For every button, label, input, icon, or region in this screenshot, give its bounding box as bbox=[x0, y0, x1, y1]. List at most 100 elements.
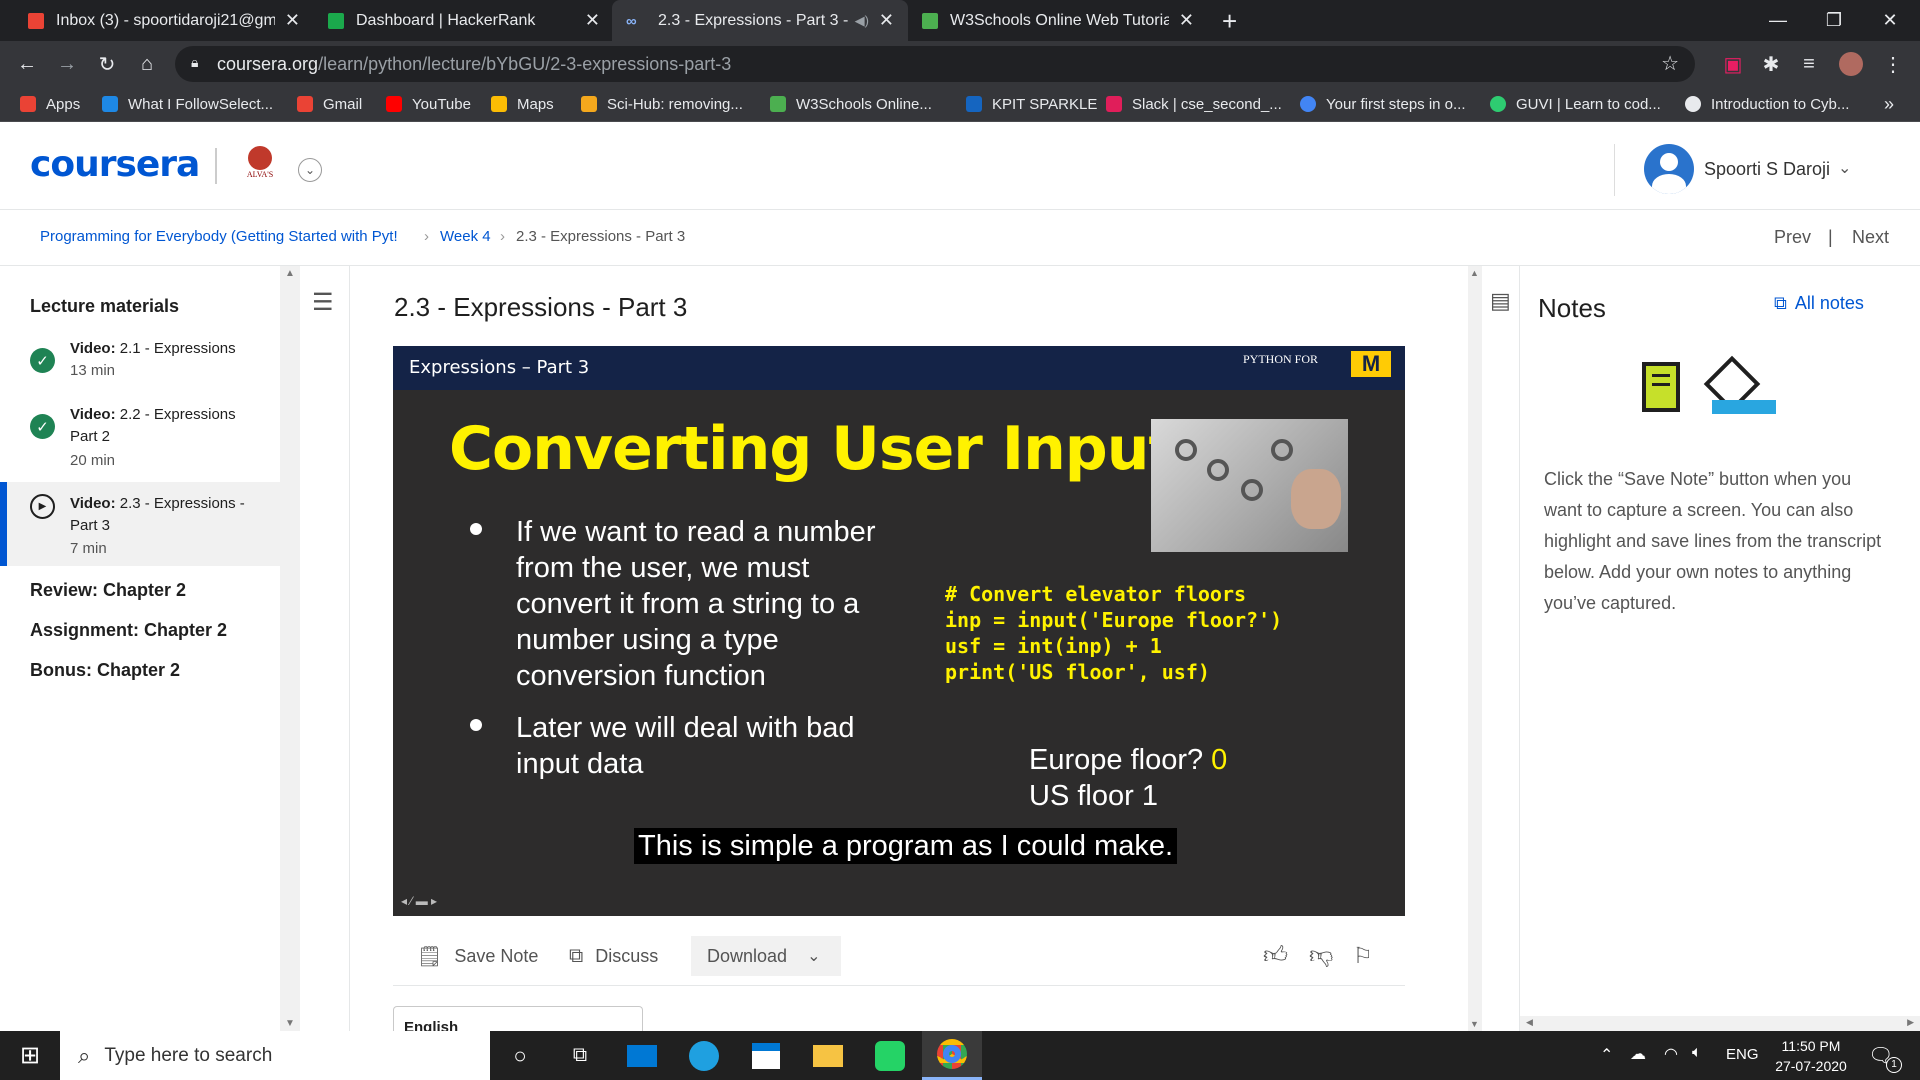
new-tab-button[interactable]: + bbox=[1222, 6, 1237, 37]
bookmark-apps[interactable]: Apps bbox=[20, 87, 80, 121]
close-window-button[interactable]: ✕ bbox=[1862, 0, 1918, 41]
more-bookmarks-button[interactable]: » bbox=[1884, 87, 1894, 121]
bookmark-maps[interactable]: Maps bbox=[491, 87, 554, 121]
address-bar[interactable]: 🔒︎ coursera.org/learn/python/lecture/bYb… bbox=[175, 46, 1695, 82]
bookmark-cyber[interactable]: Introduction to Cyb... bbox=[1685, 87, 1849, 121]
chrome-icon[interactable] bbox=[922, 1031, 982, 1080]
download-dropdown[interactable]: Download ⌄ bbox=[691, 936, 841, 976]
windows-start-icon[interactable]: ⊞ bbox=[0, 1031, 60, 1080]
w3schools-icon bbox=[770, 96, 786, 112]
main-scrollbar[interactable]: ▲ ▼ bbox=[1468, 266, 1482, 1031]
extensions-icon[interactable]: ✱ bbox=[1756, 49, 1786, 79]
home-icon[interactable]: ⌂ bbox=[132, 49, 162, 79]
site-header: coursera ALVA'S ⌄ Spoorti S Daroji ⌄ bbox=[0, 122, 1920, 210]
bookmark-youtube[interactable]: YouTube bbox=[386, 87, 471, 121]
taskbar-search[interactable]: ⌕ Type here to search bbox=[60, 1031, 490, 1080]
sidebar-scrollbar[interactable]: ▲ ▼ bbox=[280, 266, 300, 1031]
menu-icon[interactable]: ⋮ bbox=[1878, 49, 1908, 79]
bookmark-whatifollow[interactable]: What I FollowSelect... bbox=[102, 87, 273, 121]
forward-icon[interactable]: → bbox=[52, 49, 82, 79]
profile-avatar[interactable] bbox=[1836, 49, 1866, 79]
video-player[interactable]: Expressions – Part 3 PYTHON FOR M Conver… bbox=[393, 346, 1405, 916]
section-review[interactable]: Review: Chapter 2 bbox=[30, 580, 186, 601]
task-view-icon[interactable]: ⧉ bbox=[550, 1031, 610, 1080]
minimize-button[interactable]: — bbox=[1750, 0, 1806, 41]
audio-icon[interactable]: ◀) bbox=[855, 13, 869, 29]
whatsapp-icon[interactable] bbox=[860, 1031, 920, 1080]
show-hidden-icons[interactable]: ⌃ bbox=[1600, 1045, 1613, 1065]
save-note-button[interactable]: 🗒︎ Save Note bbox=[417, 936, 538, 976]
prev-button[interactable]: Prev bbox=[1774, 227, 1811, 248]
url-path: /learn/python/lecture/bYbGU/2-3-expressi… bbox=[318, 53, 732, 74]
back-icon[interactable]: ← bbox=[12, 49, 42, 79]
file-explorer-icon[interactable] bbox=[798, 1031, 858, 1080]
breadcrumb-week[interactable]: Week 4 bbox=[440, 228, 491, 245]
google-icon bbox=[1300, 96, 1316, 112]
outline-list-icon[interactable]: ☰ bbox=[312, 288, 334, 317]
mail-icon[interactable] bbox=[612, 1031, 672, 1080]
bullet-text-2: Later we will deal with bad input data bbox=[516, 710, 855, 782]
onedrive-icon[interactable]: ☁ bbox=[1630, 1044, 1646, 1064]
bookmark-google[interactable]: Your first steps in o... bbox=[1300, 87, 1466, 121]
tab-coursera[interactable]: ∞ 2.3 - Expressions - Part 3 - Ur ◀) ✕ bbox=[612, 0, 908, 41]
tab-hackerrank[interactable]: Dashboard | HackerRank ✕ bbox=[314, 0, 614, 41]
separator: | bbox=[1828, 227, 1833, 247]
gmail-icon bbox=[297, 96, 313, 112]
chevron-right-icon: › bbox=[424, 228, 429, 245]
slide-nav-icon[interactable]: ◂ ⁄ ▬ ▸ bbox=[401, 894, 437, 908]
breadcrumb-course[interactable]: Programming for Everybody (Getting Start… bbox=[40, 228, 418, 245]
tab-gmail[interactable]: Inbox (3) - spoortidaroji21@gma ✕ bbox=[14, 0, 314, 41]
tab-w3schools[interactable]: W3Schools Online Web Tutorials ✕ bbox=[908, 0, 1208, 41]
bookmark-gmail[interactable]: Gmail bbox=[297, 87, 362, 121]
sidebar-item-video-2-1[interactable]: ✓ Video: 2.1 - Expressions 13 min bbox=[0, 338, 280, 398]
section-bonus[interactable]: Bonus: Chapter 2 bbox=[30, 660, 180, 681]
bookmark-w3schools[interactable]: W3Schools Online... bbox=[770, 87, 932, 121]
close-icon[interactable]: ✕ bbox=[879, 10, 894, 31]
volume-icon[interactable]: 🔈︎ bbox=[1692, 1044, 1702, 1062]
user-name[interactable]: Spoorti S Daroji bbox=[1704, 159, 1830, 180]
pocket-icon[interactable]: ▣ bbox=[1718, 49, 1748, 79]
org-dropdown-button[interactable]: ⌄ bbox=[298, 158, 322, 182]
all-notes-link[interactable]: ⧉ All notes bbox=[1774, 293, 1864, 314]
org-logo[interactable]: ALVA'S bbox=[242, 146, 278, 186]
external-link-icon: ⧉ bbox=[569, 944, 584, 967]
user-avatar[interactable] bbox=[1644, 144, 1694, 194]
flag-icon[interactable]: ⚐ bbox=[1353, 936, 1373, 976]
search-placeholder: Type here to search bbox=[104, 1044, 273, 1066]
thumbs-down-icon[interactable]: 👎︎ bbox=[1309, 936, 1333, 976]
media-control-icon[interactable]: ≡ bbox=[1794, 49, 1824, 79]
close-icon[interactable]: ✕ bbox=[585, 10, 600, 31]
bookmark-kpit[interactable]: KPIT SPARKLE bbox=[966, 87, 1097, 121]
discuss-button[interactable]: ⧉ Discuss bbox=[569, 936, 658, 976]
coursera-icon: ∞ bbox=[626, 12, 637, 30]
bookmark-scihub[interactable]: Sci-Hub: removing... bbox=[581, 87, 743, 121]
bookmark-guvi[interactable]: GUVI | Learn to cod... bbox=[1490, 87, 1661, 121]
star-icon[interactable]: ☆ bbox=[1661, 51, 1679, 76]
cortana-icon[interactable]: ○ bbox=[490, 1031, 550, 1080]
reload-icon[interactable]: ↻ bbox=[92, 49, 122, 79]
wifi-icon[interactable]: ◠ bbox=[1664, 1044, 1678, 1064]
bookmark-label: KPIT SPARKLE bbox=[992, 95, 1098, 113]
bookmark-slack[interactable]: Slack | cse_second_... bbox=[1106, 87, 1282, 121]
item-duration: 13 min bbox=[70, 362, 116, 379]
store-icon[interactable] bbox=[736, 1031, 796, 1080]
bookmarks-bar: Apps What I FollowSelect... Gmail YouTub… bbox=[0, 87, 1920, 122]
sidebar-item-video-2-3[interactable]: ▶ Video: 2.3 - Expressions - Part 3 7 min bbox=[0, 482, 280, 566]
restore-button[interactable]: ❐ bbox=[1806, 0, 1862, 41]
check-circle-icon: ✓ bbox=[30, 348, 55, 373]
notes-horizontal-scrollbar[interactable]: ◀ ▶ bbox=[1520, 1016, 1920, 1031]
clock[interactable]: 11:50 PM 27-07-2020 bbox=[1770, 1036, 1852, 1076]
coursera-logo[interactable]: coursera bbox=[30, 144, 200, 185]
thumbs-up-icon[interactable]: 👍︎ bbox=[1263, 936, 1288, 976]
chevron-down-icon[interactable]: ⌄ bbox=[1838, 158, 1851, 178]
gmail-icon bbox=[28, 12, 44, 29]
close-icon[interactable]: ✕ bbox=[1179, 10, 1194, 31]
next-button[interactable]: Next bbox=[1852, 227, 1889, 248]
section-assignment[interactable]: Assignment: Chapter 2 bbox=[30, 620, 227, 641]
sidebar-item-video-2-2[interactable]: ✓ Video: 2.2 - Expressions Part 2 20 min bbox=[0, 404, 280, 484]
notes-panel-icon[interactable]: ▤ bbox=[1490, 288, 1511, 314]
input-language[interactable]: ENG bbox=[1726, 1046, 1759, 1063]
edge-icon[interactable] bbox=[674, 1031, 734, 1080]
close-icon[interactable]: ✕ bbox=[285, 10, 300, 31]
url-host: coursera.org bbox=[217, 53, 319, 74]
